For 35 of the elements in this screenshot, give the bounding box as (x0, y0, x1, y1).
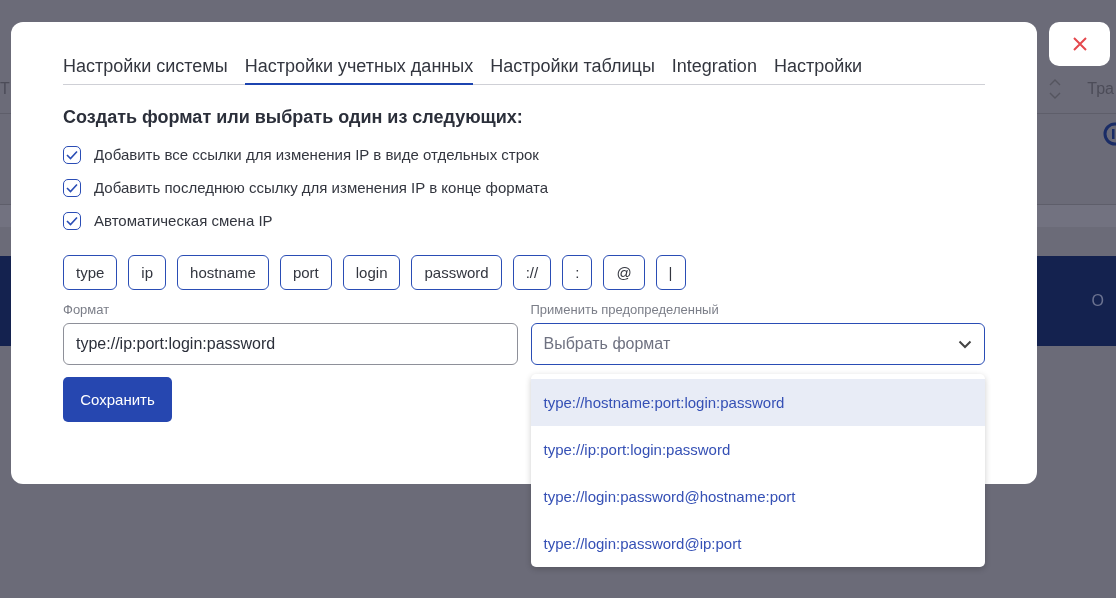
tab[interactable]: Integration (671, 52, 757, 85)
banner-text: О (1091, 292, 1104, 310)
dropdown-option[interactable]: type://login:password@ip:port (530, 520, 985, 567)
format-field[interactable]: type://ip:port:login:password (63, 323, 518, 365)
dropdown-option[interactable]: type://login:password@hostname:port (530, 473, 985, 520)
tab[interactable]: Настройки системы (63, 52, 228, 85)
close-icon (1072, 37, 1087, 51)
chevron-down-icon (958, 339, 972, 349)
checkbox-label: Добавить все ссылки для изменения IP в виде отдельных строк (94, 146, 539, 163)
checkbox[interactable] (63, 211, 81, 230)
token-chip[interactable]: :// (512, 255, 552, 290)
tab[interactable]: Настройки (773, 52, 863, 85)
token-chip[interactable]: port (279, 255, 332, 290)
tab[interactable]: Настройки таблицы (490, 52, 655, 85)
close-button[interactable] (1049, 22, 1110, 66)
token-chip[interactable]: hostname (177, 255, 269, 290)
checkbox[interactable] (63, 145, 81, 164)
token-chip[interactable]: : (562, 255, 593, 290)
token-chip[interactable]: type (63, 255, 118, 290)
checkbox-label: Автоматическая смена IP (94, 212, 273, 229)
token-chip[interactable]: @ (603, 255, 645, 290)
tab[interactable]: Настройки учетных данных (244, 52, 474, 85)
token-chip[interactable]: ip (128, 255, 167, 290)
section-heading: Создать формат или выбрать один из следующих: (63, 107, 524, 128)
checkbox-label: Добавить последнюю ссылку для изменения IP в конце формата (94, 179, 548, 196)
token-chip[interactable]: | (655, 255, 686, 290)
checkbox[interactable] (63, 178, 81, 197)
token-chip[interactable]: password (411, 255, 502, 290)
save-button[interactable]: Сохранить (63, 377, 172, 422)
field-label: Формат (63, 302, 111, 317)
field-label: Применить предопределенный (530, 302, 720, 317)
token-chip[interactable]: login (342, 255, 401, 290)
format-dropdown[interactable]: Выбрать формат (530, 323, 985, 365)
dropdown-option[interactable]: type://ip:port:login:password (530, 426, 985, 473)
dropdown-option[interactable]: type://hostname:port:login:password (530, 379, 985, 426)
